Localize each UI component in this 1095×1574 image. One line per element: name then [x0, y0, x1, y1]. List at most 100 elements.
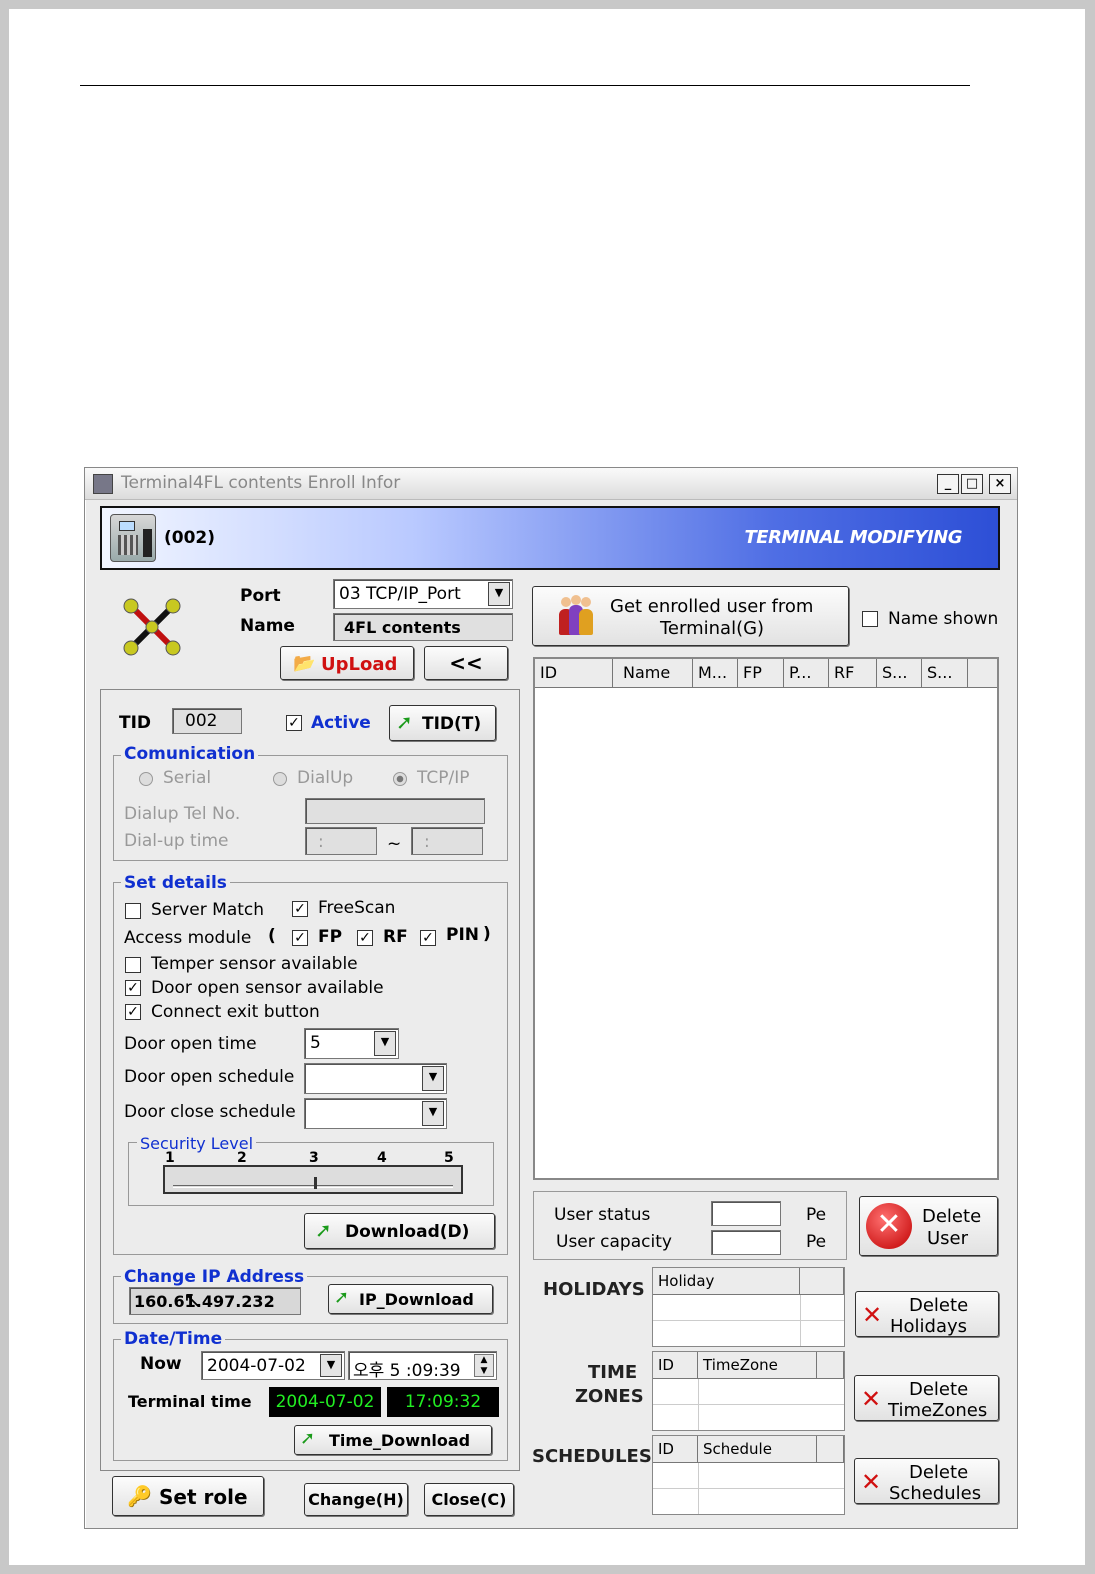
chevron-down-icon[interactable]: ▼ — [320, 1354, 342, 1377]
server-match-checkbox[interactable] — [125, 903, 141, 919]
chevron-down-icon[interactable]: ▼ — [374, 1031, 396, 1056]
tcpip-radio[interactable] — [393, 772, 407, 786]
ip-download-button[interactable]: ➚ IP_Download — [328, 1284, 493, 1314]
tid-label: TID — [119, 713, 152, 733]
terminal-app-icon — [93, 474, 113, 494]
column-header-fp[interactable]: FP — [738, 659, 784, 688]
column-header-id[interactable]: ID — [535, 659, 613, 688]
column-header-id[interactable]: ID — [653, 1352, 698, 1379]
dialup-label: DialUp — [297, 768, 354, 788]
fp-label: FP — [318, 927, 343, 947]
upload-button-label: UpLoad — [321, 654, 398, 675]
delete-schedules-button[interactable]: ✕ Delete Schedules — [854, 1458, 999, 1504]
banner-mode-label: TERMINAL MODIFYING — [744, 527, 963, 548]
delete-user-label-line1: Delete — [922, 1206, 982, 1227]
terminal-time-label: Terminal time — [128, 1392, 252, 1411]
now-time-spinner[interactable]: 오후 5 :09:39 ▲ ▼ — [348, 1351, 497, 1381]
access-module-label: Access module — [124, 928, 252, 948]
delete-user-button[interactable]: ✕ Delete User — [859, 1196, 998, 1256]
maximize-button[interactable]: □ — [961, 474, 983, 494]
download-button[interactable]: ➚ Download(D) — [304, 1213, 495, 1249]
dialup-tel-label: Dialup Tel No. — [124, 804, 241, 824]
grid-row-line — [653, 1404, 844, 1405]
name-field[interactable]: 4FL contents — [333, 613, 513, 641]
name-shown-checkbox[interactable] — [862, 611, 878, 627]
download-button-label: Download(D) — [345, 1222, 470, 1242]
users-grid[interactable]: ID Name M... FP P... RF S... S... — [533, 657, 999, 1180]
column-header-timezone[interactable]: TimeZone — [698, 1352, 817, 1379]
serial-radio[interactable] — [139, 772, 153, 786]
column-header-blank — [817, 1352, 844, 1379]
timezones-label-line2: ZONES — [575, 1386, 644, 1407]
holidays-grid[interactable]: Holiday — [652, 1267, 845, 1347]
column-header-s2[interactable]: S... — [922, 659, 968, 688]
title-bar[interactable]: Terminal4FL contents Enroll Infor _ □ × — [85, 468, 1017, 500]
chevron-down-icon[interactable]: ▼ — [422, 1066, 444, 1091]
column-header-holiday[interactable]: Holiday — [653, 1268, 800, 1295]
column-header-s1[interactable]: S... — [877, 659, 922, 688]
active-checkbox[interactable]: ✓ — [286, 715, 302, 731]
exit-button-checkbox[interactable]: ✓ — [125, 1004, 141, 1020]
terminal-device-icon — [110, 514, 156, 562]
slider-thumb[interactable] — [314, 1177, 317, 1189]
ip-download-button-label: IP_Download — [359, 1290, 474, 1309]
dialup-time-to-input[interactable]: : — [411, 827, 483, 855]
green-arrow-icon: ➚ — [334, 1287, 350, 1308]
delete-timezones-label-line1: Delete — [909, 1379, 969, 1400]
spin-arrows-icon[interactable]: ▲ ▼ — [474, 1354, 494, 1377]
grid-row-line — [653, 1320, 844, 1321]
network-molecule-icon — [121, 596, 183, 658]
temper-sensor-checkbox[interactable] — [125, 957, 141, 973]
time-download-button[interactable]: ➚ Time_Download — [294, 1425, 492, 1455]
security-level-slider[interactable] — [163, 1165, 463, 1194]
column-header-id[interactable]: ID — [653, 1436, 698, 1463]
security-tick-label: 5 — [444, 1150, 454, 1166]
upload-button[interactable]: 📂 UpLoad — [280, 646, 414, 680]
timezones-grid[interactable]: ID TimeZone — [652, 1351, 845, 1431]
delete-holidays-button[interactable]: ✕ Delete Holidays — [855, 1291, 999, 1337]
time-download-button-label: Time_Download — [329, 1431, 471, 1450]
dialup-time-from-input[interactable]: : — [305, 827, 377, 855]
pin-checkbox[interactable]: ✓ — [420, 930, 436, 946]
door-open-time-label: Door open time — [124, 1034, 257, 1054]
door-open-time-select[interactable]: 5 ▼ — [304, 1028, 399, 1059]
now-date-picker[interactable]: 2004-07-02 ▼ — [201, 1351, 345, 1380]
schedules-grid[interactable]: ID Schedule — [652, 1435, 845, 1515]
ip-address-input[interactable]: 160.61.497.232 — [129, 1287, 301, 1315]
column-header-name[interactable]: Name — [613, 659, 693, 688]
tid-button[interactable]: ➚ TID(T) — [389, 705, 496, 741]
port-select[interactable]: 03 TCP/IP_Port ▼ — [333, 579, 513, 609]
door-open-schedule-select[interactable]: ▼ — [304, 1063, 447, 1094]
close-window-button[interactable]: × — [989, 474, 1011, 494]
grid-col-line — [800, 1295, 801, 1346]
set-role-button[interactable]: 🔑 Set role — [112, 1476, 264, 1516]
change-button[interactable]: Change(H) — [304, 1483, 408, 1516]
enroll-window: Terminal4FL contents Enroll Infor _ □ × … — [84, 467, 1018, 1529]
close-button[interactable]: Close(C) — [424, 1483, 514, 1516]
timezones-label-line1: TIME — [588, 1362, 638, 1383]
dialup-radio[interactable] — [273, 772, 287, 786]
green-arrow-icon: ➚ — [315, 1218, 332, 1242]
collapse-button[interactable]: << — [424, 646, 508, 680]
tid-field[interactable]: 002 — [172, 708, 242, 734]
user-status-field — [711, 1201, 781, 1226]
column-header-m[interactable]: M... — [693, 659, 738, 688]
chevron-down-icon[interactable]: ▼ — [422, 1101, 444, 1126]
column-header-schedule[interactable]: Schedule — [698, 1436, 817, 1463]
dialup-time-label: Dial-up time — [124, 831, 229, 851]
get-enrolled-users-button[interactable]: Get enrolled user from Terminal(G) — [532, 586, 849, 646]
column-header-p[interactable]: P... — [784, 659, 829, 688]
port-label: Port — [240, 586, 281, 606]
user-status-label: User status — [554, 1205, 651, 1225]
dialup-tel-input[interactable] — [305, 798, 485, 824]
chevron-down-icon[interactable]: ▼ — [488, 582, 510, 606]
delete-timezones-button[interactable]: ✕ Delete TimeZones — [854, 1375, 999, 1421]
fp-checkbox[interactable]: ✓ — [292, 930, 308, 946]
rf-checkbox[interactable]: ✓ — [357, 930, 373, 946]
header-rule — [80, 85, 970, 86]
minimize-button[interactable]: _ — [937, 474, 959, 494]
column-header-rf[interactable]: RF — [829, 659, 877, 688]
freescan-checkbox[interactable]: ✓ — [292, 901, 308, 917]
door-close-schedule-select[interactable]: ▼ — [304, 1098, 447, 1129]
door-sensor-checkbox[interactable]: ✓ — [125, 980, 141, 996]
